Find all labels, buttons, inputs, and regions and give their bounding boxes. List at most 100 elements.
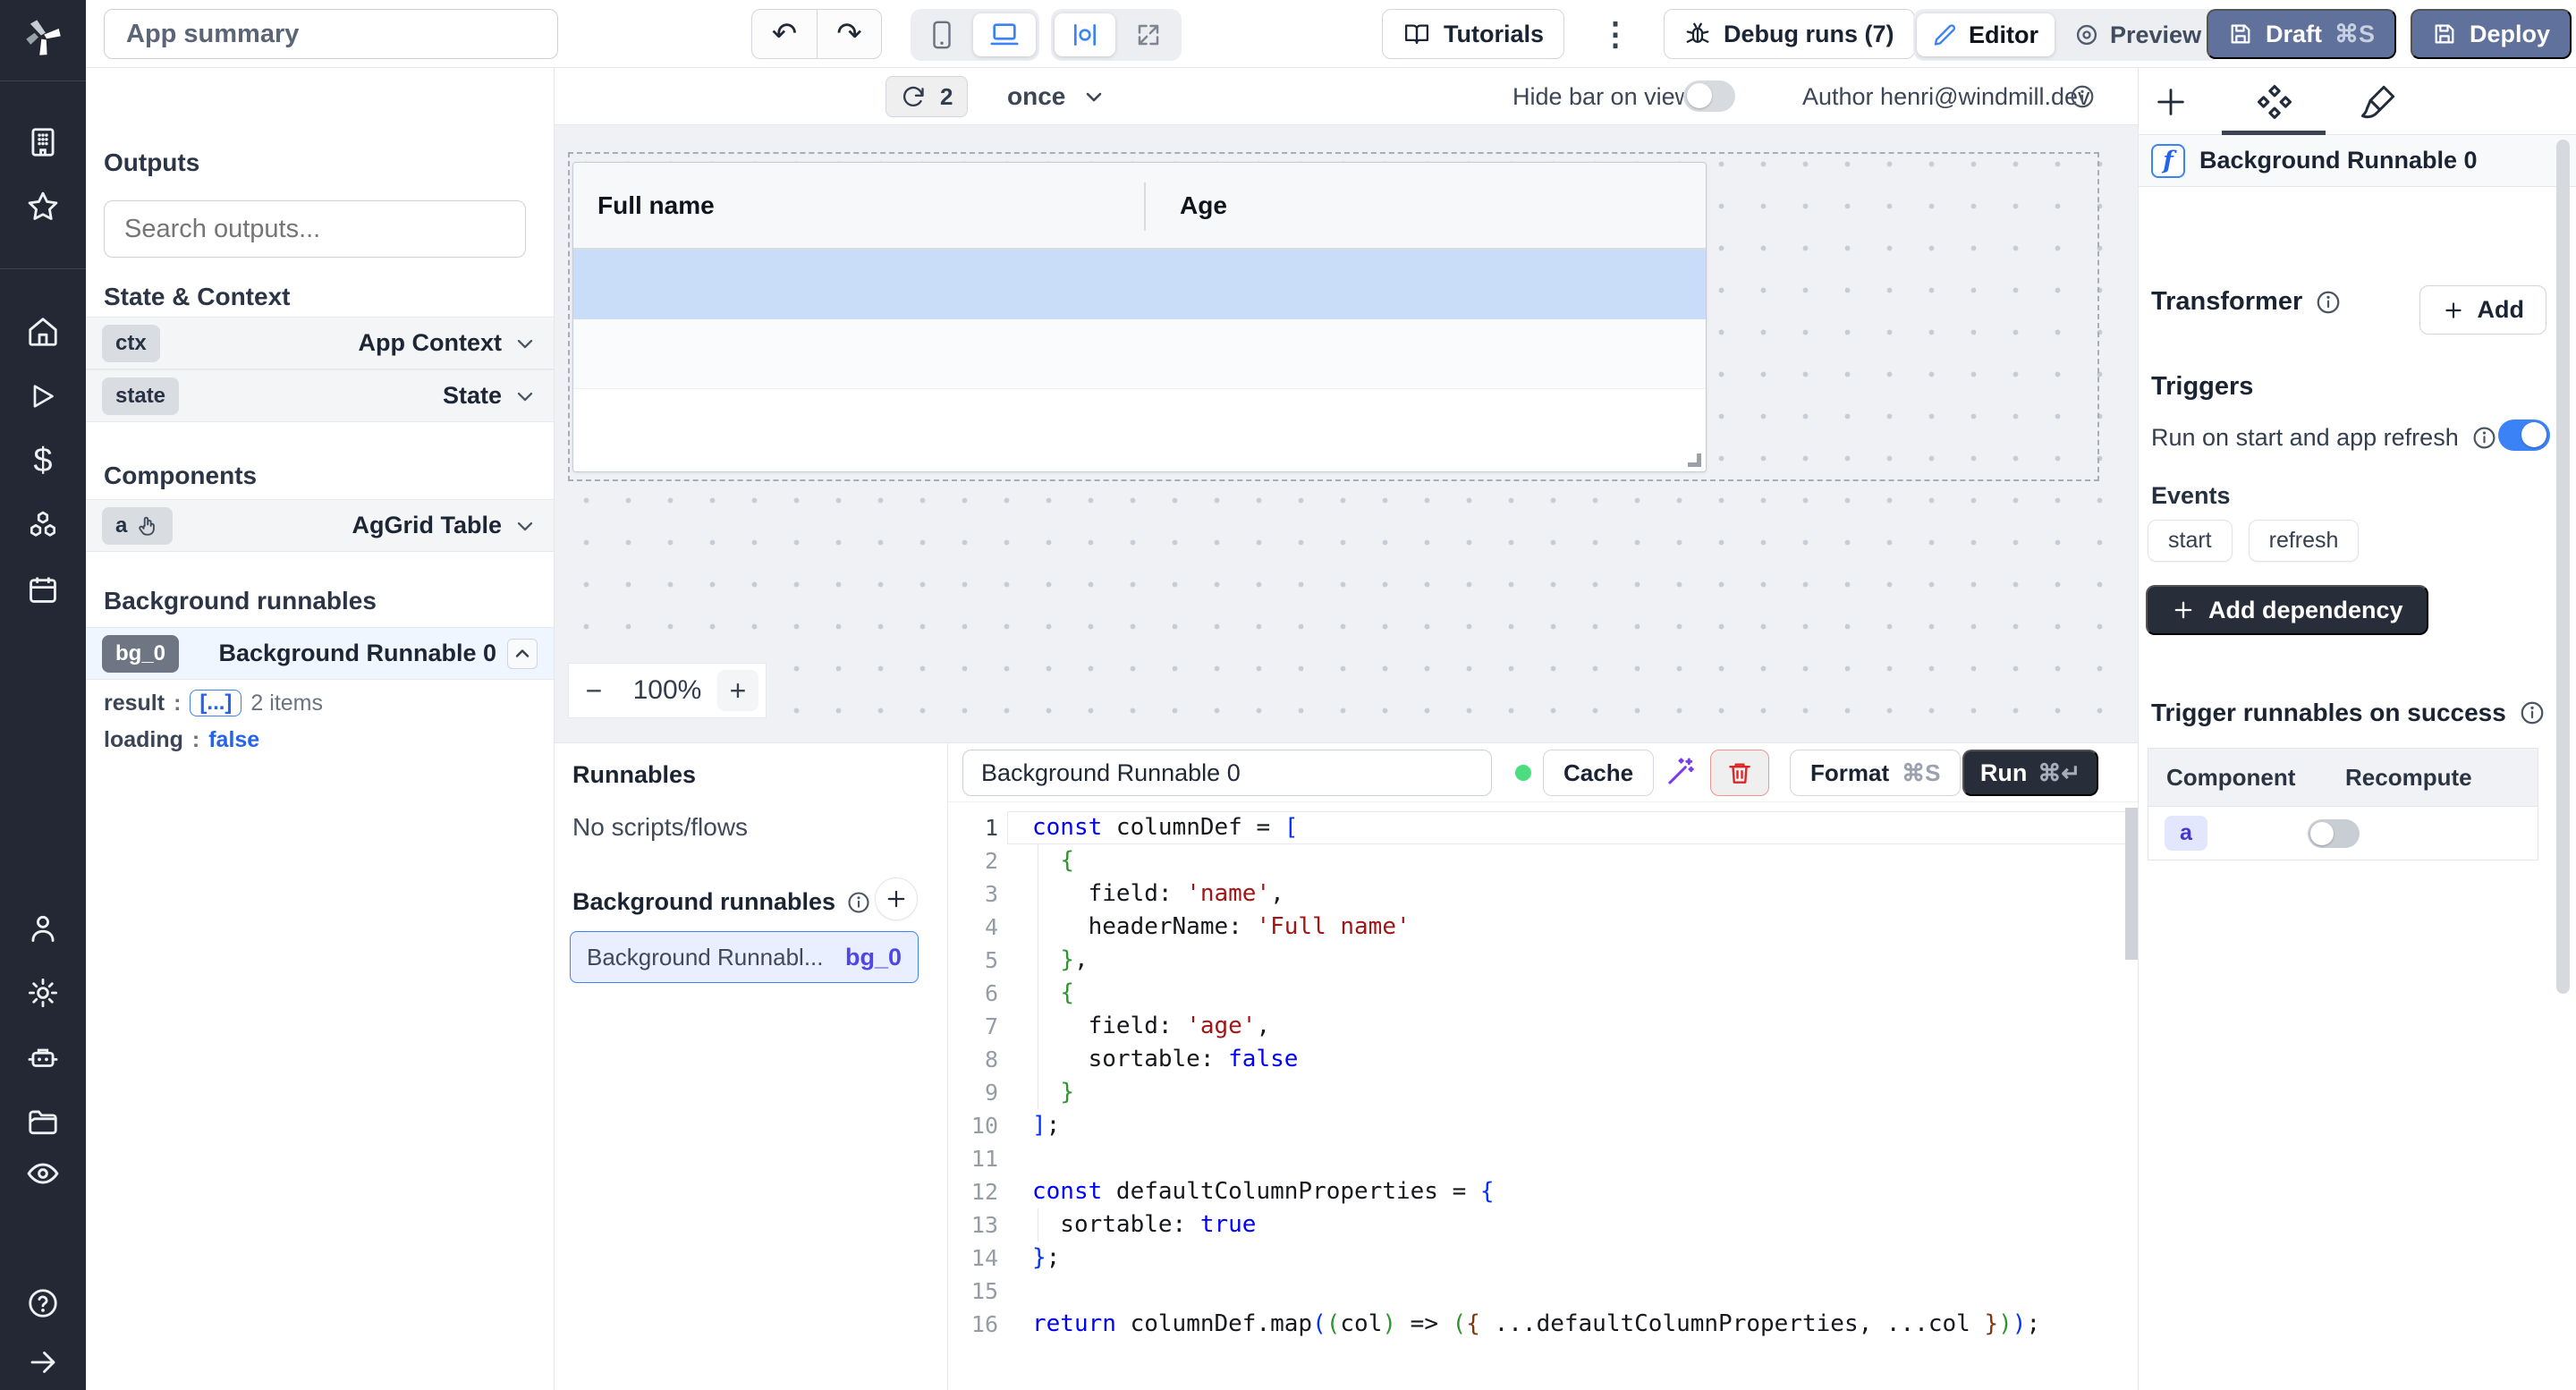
delete-runnable-button[interactable] — [1710, 750, 1769, 796]
info-icon[interactable] — [2471, 425, 2497, 451]
component-a-chip[interactable]: a — [2165, 816, 2207, 851]
code-line-9[interactable]: 9 } — [948, 1076, 2138, 1109]
components-settings-tab[interactable] — [2253, 81, 2296, 123]
code-line-15[interactable]: 15 — [948, 1275, 2138, 1308]
mobile-view-button[interactable] — [914, 13, 970, 56]
runnable-name-input[interactable] — [962, 750, 1492, 796]
event-chip-refresh[interactable]: refresh — [2249, 520, 2360, 562]
code-line-8[interactable]: 8 sortable: false — [948, 1043, 2138, 1076]
user-icon[interactable] — [0, 911, 86, 946]
code-line-12[interactable]: 12const defaultColumnProperties = { — [948, 1175, 2138, 1208]
result-expand-box[interactable]: [...] — [190, 690, 242, 716]
kebab-menu-icon: ⋮ — [1599, 15, 1631, 53]
collapse-row-button[interactable] — [507, 639, 538, 669]
audit-eye-icon[interactable] — [0, 1156, 86, 1191]
info-icon[interactable] — [2315, 289, 2342, 316]
code-line-11[interactable]: 11 — [948, 1142, 2138, 1175]
editor-tab[interactable]: Editor — [1917, 13, 2055, 56]
draft-button[interactable]: Draft ⌘S — [2207, 9, 2396, 59]
runs-play-icon[interactable] — [0, 378, 86, 414]
schedule-dropdown[interactable]: once — [1007, 76, 1106, 117]
state-output-row[interactable]: state State — [86, 369, 554, 422]
run-on-start-toggle[interactable] — [2498, 420, 2550, 451]
folders-icon[interactable] — [0, 1104, 86, 1140]
code-line-16[interactable]: 16return columnDef.map((col) => ({ ...de… — [948, 1308, 2138, 1341]
chevron-down-icon[interactable] — [513, 384, 538, 409]
favorites-star-icon[interactable] — [0, 189, 86, 225]
styling-tab[interactable] — [2357, 81, 2400, 123]
ai-wand-button[interactable] — [1660, 750, 1699, 796]
windmill-logo-icon[interactable] — [0, 13, 86, 63]
add-dependency-button[interactable]: Add dependency — [2146, 585, 2428, 635]
ctx-output-row[interactable]: ctx App Context — [86, 317, 554, 369]
resources-cubes-icon[interactable] — [0, 507, 86, 543]
refresh-components-button[interactable]: 2 — [886, 76, 968, 117]
resize-handle[interactable] — [1688, 453, 1701, 467]
tutorials-button[interactable]: Tutorials — [1382, 9, 1564, 59]
redo-button[interactable]: ↷ — [817, 10, 881, 58]
loading-row[interactable]: loading : false — [104, 727, 259, 753]
variables-dollar-icon[interactable]: $ — [0, 443, 86, 479]
right-panel-scrollbar[interactable] — [2556, 140, 2570, 994]
info-icon[interactable] — [2069, 83, 2096, 110]
debug-runs-button[interactable]: Debug runs (7) — [1664, 9, 1915, 59]
settings-gear-icon[interactable] — [0, 975, 86, 1011]
collapse-arrow-icon[interactable] — [0, 1344, 86, 1380]
result-row[interactable]: result : [...] 2 items — [104, 690, 323, 716]
event-chip-start[interactable]: start — [2148, 520, 2233, 562]
help-icon[interactable] — [0, 1285, 86, 1321]
app-summary-input[interactable] — [104, 9, 558, 59]
component-a-row[interactable]: a AgGrid Table — [86, 499, 554, 552]
recompute-toggle[interactable] — [2308, 819, 2360, 848]
deploy-button[interactable]: Deploy — [2411, 9, 2572, 59]
table-header-age[interactable]: Age — [1144, 191, 1227, 220]
events-heading: Events — [2151, 482, 2231, 510]
info-icon[interactable] — [846, 890, 871, 915]
code-line-4[interactable]: 4 headerName: 'Full name' — [948, 911, 2138, 944]
preview-tab[interactable]: Preview — [2058, 13, 2217, 56]
add-background-runnable-button[interactable] — [875, 877, 918, 920]
line-number: 15 — [948, 1275, 998, 1308]
expand-canvas-button[interactable] — [1119, 13, 1178, 56]
cache-button[interactable]: Cache — [1543, 750, 1654, 796]
more-menu-button[interactable]: ⋮ — [1599, 9, 1631, 59]
table-row[interactable] — [573, 389, 1706, 471]
zoom-in-button[interactable]: + — [717, 670, 758, 711]
schedules-calendar-icon[interactable] — [0, 572, 86, 607]
code-line-5[interactable]: 5 }, — [948, 944, 2138, 977]
search-outputs-input[interactable] — [104, 200, 526, 258]
chevron-down-icon[interactable] — [513, 331, 538, 356]
code-editor[interactable]: 1const columnDef = [2 {3 field: 'name',4… — [948, 802, 2138, 1390]
run-button[interactable]: Run ⌘↵ — [1962, 750, 2098, 796]
bg0-output-row[interactable]: bg_0 Background Runnable 0 — [86, 627, 554, 680]
code-line-10[interactable]: 10]; — [948, 1109, 2138, 1142]
chevron-down-icon[interactable] — [513, 513, 538, 538]
app-canvas[interactable]: Full name Age − 100% + — [555, 125, 2138, 742]
add-transformer-button[interactable]: Add — [2419, 285, 2546, 335]
workspace-building-icon[interactable] — [0, 124, 86, 160]
code-scrollbar[interactable] — [2125, 808, 2138, 960]
tutorials-label: Tutorials — [1444, 21, 1544, 48]
code-line-14[interactable]: 14}; — [948, 1242, 2138, 1275]
code-line-13[interactable]: 13 sortable: true — [948, 1208, 2138, 1242]
code-line-1[interactable]: 1const columnDef = [ — [948, 811, 2138, 844]
code-line-7[interactable]: 7 field: 'age', — [948, 1010, 2138, 1043]
undo-button[interactable]: ↶ — [752, 10, 817, 58]
background-runnable-item-selected[interactable]: Background Runnabl... bg_0 — [570, 931, 919, 983]
info-icon[interactable] — [2519, 699, 2546, 726]
table-row[interactable] — [573, 319, 1706, 389]
table-row-selected[interactable] — [573, 250, 1706, 319]
zoom-out-button[interactable]: − — [569, 674, 619, 708]
home-icon[interactable] — [0, 314, 86, 350]
hide-bar-toggle[interactable] — [1683, 81, 1735, 112]
table-header-full-name[interactable]: Full name — [573, 191, 1144, 220]
format-button[interactable]: Format ⌘S — [1790, 750, 1961, 796]
code-line-3[interactable]: 3 field: 'name', — [948, 877, 2138, 911]
aggrid-table-component[interactable]: Full name Age — [572, 162, 1707, 472]
desktop-view-button[interactable] — [973, 13, 1036, 56]
center-canvas-button[interactable] — [1055, 13, 1115, 56]
workers-robot-icon[interactable] — [0, 1039, 86, 1075]
code-line-6[interactable]: 6 { — [948, 977, 2138, 1010]
add-component-tab[interactable] — [2149, 81, 2192, 123]
code-line-2[interactable]: 2 { — [948, 844, 2138, 877]
